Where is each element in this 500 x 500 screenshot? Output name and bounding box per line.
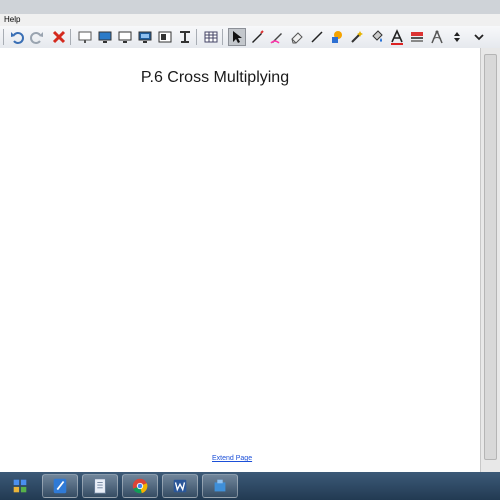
undo-icon[interactable] [8, 28, 26, 46]
notebook-icon[interactable] [42, 474, 78, 498]
app-icon[interactable] [202, 474, 238, 498]
delete-icon[interactable] [50, 28, 68, 46]
toolbar-separator [222, 29, 223, 45]
grid-icon[interactable] [202, 28, 220, 46]
redo-icon[interactable] [28, 28, 46, 46]
line-icon[interactable] [308, 28, 326, 46]
display-icon[interactable] [96, 28, 114, 46]
toolbar [0, 26, 500, 49]
chrome-icon[interactable] [122, 474, 158, 498]
scrollbar-thumb[interactable] [484, 54, 497, 460]
eraser-icon[interactable] [288, 28, 306, 46]
select-arrow-icon[interactable] [228, 28, 246, 46]
overflow-chevron-icon[interactable] [470, 28, 488, 46]
screen-capture-icon[interactable] [136, 28, 154, 46]
pen-icon[interactable] [248, 28, 266, 46]
taskbar [0, 472, 500, 500]
menu-bar: Help [0, 14, 500, 26]
toolbar-separator [196, 29, 197, 45]
page-title: P.6 Cross Multiplying [140, 69, 290, 86]
toolbar-separator [70, 29, 71, 45]
properties-icon[interactable] [408, 28, 426, 46]
creative-pen-icon[interactable] [268, 28, 286, 46]
toolbar-separator [3, 29, 4, 45]
screen-shade-icon[interactable] [76, 28, 94, 46]
menu-help[interactable]: Help [4, 14, 20, 26]
fill-icon[interactable] [368, 28, 386, 46]
shape-icon[interactable] [328, 28, 346, 46]
text-icon[interactable] [388, 28, 406, 46]
text-tool-icon[interactable] [176, 28, 194, 46]
start-icon[interactable] [2, 474, 38, 498]
magic-pen-icon[interactable] [348, 28, 366, 46]
table-icon[interactable] [156, 28, 174, 46]
measurement-icon[interactable] [428, 28, 446, 46]
whiteboard-page[interactable] [0, 48, 480, 468]
window-top-strip [0, 0, 500, 14]
vertical-scrollbar[interactable] [480, 48, 500, 472]
monitor-icon[interactable] [116, 28, 134, 46]
extend-page-link[interactable]: Extend Page [212, 455, 252, 462]
file-explorer-icon[interactable] [82, 474, 118, 498]
more-arrows-icon[interactable] [448, 28, 466, 46]
word-icon[interactable] [162, 474, 198, 498]
